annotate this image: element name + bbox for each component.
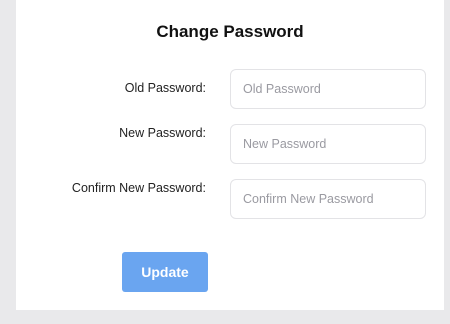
change-password-form: Change Password Old Password: New Passwo… — [16, 0, 444, 310]
update-button[interactable]: Update — [122, 252, 208, 292]
new-password-label: New Password: — [119, 126, 206, 140]
old-password-field[interactable] — [230, 69, 426, 109]
form-title: Change Password — [156, 22, 304, 41]
old-password-label: Old Password: — [124, 81, 206, 95]
confirm-password-label: Confirm New Password: — [71, 181, 206, 195]
confirm-password-field[interactable] — [230, 179, 426, 219]
new-password-field[interactable] — [230, 124, 426, 164]
